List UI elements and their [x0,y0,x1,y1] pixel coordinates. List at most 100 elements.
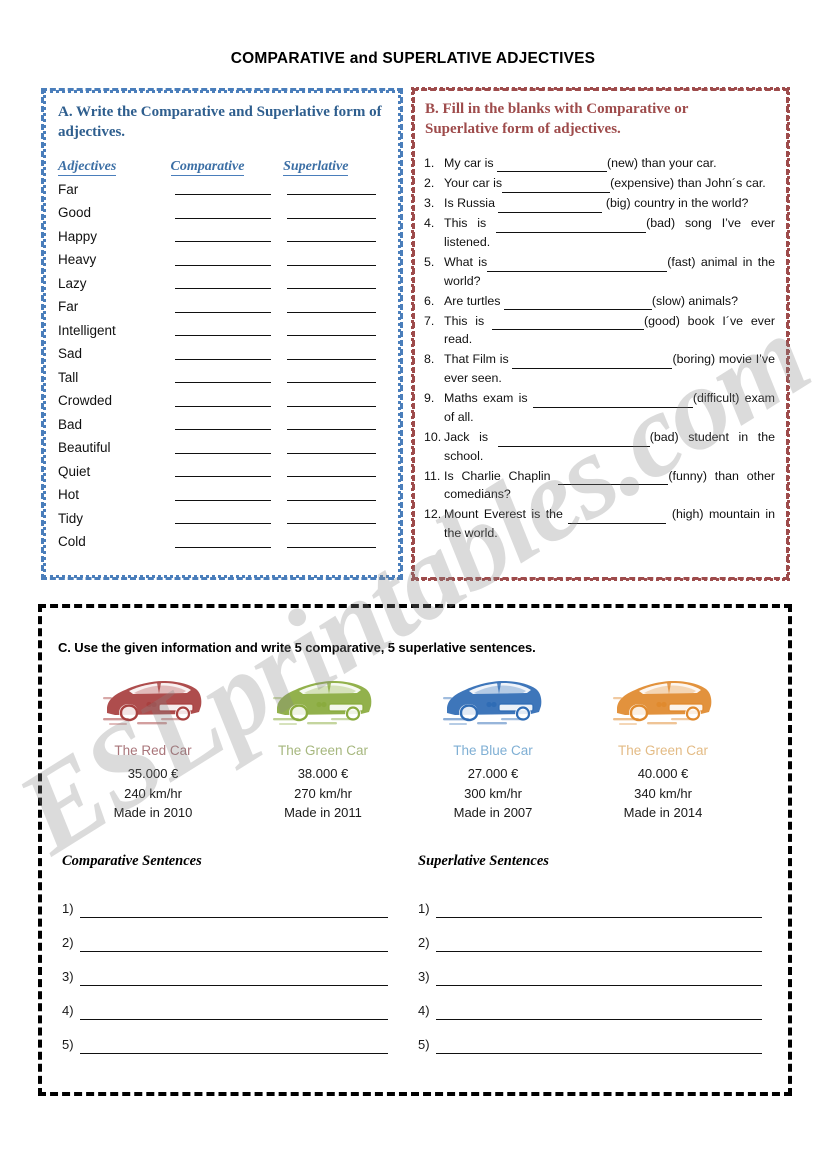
answer-rule[interactable] [436,916,762,919]
item-text: What is (fast) animal in the world? [444,253,775,290]
superlative-answer-blank[interactable] [283,386,388,410]
answer-blank[interactable] [532,395,693,408]
superlative-sentence-line[interactable]: 5) [414,1020,770,1055]
item-number: 5. [424,254,435,269]
comparative-answer-blank[interactable] [171,175,284,199]
car-price: 27.000 € [467,765,519,781]
comparative-answer-blank[interactable] [171,410,284,434]
superlative-answer-blank[interactable] [283,433,388,457]
superlative-answer-blank[interactable] [283,363,388,387]
item-text-before-blank: Is Russia [444,196,499,211]
sentences-area: Comparative Sentences 1) 2) 3) 4) 5) Superla… [50,853,780,1055]
adjective-label: Bad [58,416,83,432]
car-name: The Green Car [617,743,709,758]
comparative-answer-blank[interactable] [171,527,284,551]
car-info-cell: The Green Car 38.000 € 270 km/hr Made in 20… [238,669,408,823]
car-speed: 340 km/hr [634,785,692,801]
comparative-answer-blank[interactable] [171,292,284,316]
adjective-row: Sad [58,339,388,363]
comparative-sentence-line[interactable]: 5) [58,1020,414,1055]
comparative-answer-blank[interactable] [171,433,284,457]
comparative-sentence-line[interactable]: 3) [58,952,414,987]
comparative-answer-blank[interactable] [171,363,284,387]
car-name: The Blue Car [453,743,533,758]
answer-rule[interactable] [436,950,762,953]
answer-blank[interactable] [503,298,652,311]
superlative-sentence-line[interactable]: 3) [414,952,770,987]
superlative-answer-blank[interactable] [283,504,388,528]
adjective-row: Cold [58,527,388,551]
car-name: The Green Car [277,743,369,758]
comparative-answer-blank[interactable] [171,339,284,363]
answer-blank[interactable] [558,473,669,486]
adjective-row: Good [58,198,388,222]
answer-blank[interactable] [492,318,645,331]
superlative-answer-blank[interactable] [283,245,388,269]
car-info-cell: The Blue Car 27.000 € 300 km/hr Made in 200… [408,669,578,823]
answer-blank[interactable] [497,160,608,173]
answer-rule[interactable] [80,916,388,919]
comparative-answer-blank[interactable] [171,480,284,504]
adjective-label: Cold [58,534,86,550]
comparative-answer-blank[interactable] [171,198,284,222]
item-text: That Film is (boring) movie I’ve ever se… [444,350,775,387]
answer-rule[interactable] [436,1018,762,1021]
superlative-answer-blank[interactable] [283,457,388,481]
comparative-sentences-title: Comparative Sentences [62,853,202,870]
superlative-sentence-line[interactable]: 2) [414,918,770,953]
answer-blank[interactable] [498,200,603,213]
fill-in-blank-item: 11. Is Charlie Chaplin (funny) than other… [424,467,775,504]
fill-in-blank-item: 9. Maths exam is (difficult) exam of all. [424,389,775,426]
answer-blank[interactable] [568,512,667,524]
answer-rule[interactable] [436,1052,762,1055]
comparative-answer-blank[interactable] [171,457,284,481]
comparative-answer-blank[interactable] [171,386,284,410]
superlative-answer-blank[interactable] [283,175,388,199]
section-b-content: B. Fill in the blanks with Comparative o… [418,94,783,574]
superlative-answer-blank[interactable] [283,292,388,316]
answer-blank[interactable] [487,259,668,272]
superlative-answer-blank[interactable] [283,222,388,246]
superlative-sentence-line[interactable]: 4) [414,986,770,1021]
answer-blank[interactable] [496,220,647,233]
item-text-after-blank: (expensive) than John´s car. [610,175,766,190]
item-text-before-blank: Your car is [444,175,503,190]
item-text: Your car is (expensive) than John´s car. [444,174,775,193]
comparative-sentence-line[interactable]: 1) [58,884,414,919]
car-image [578,669,748,731]
answer-rule[interactable] [80,1018,388,1021]
line-number: 1) [418,901,430,917]
comparative-sentence-line[interactable]: 2) [58,918,414,953]
comparative-answer-blank[interactable] [171,222,284,246]
comparative-sentence-line[interactable]: 4) [58,986,414,1021]
comparative-answer-blank[interactable] [171,245,284,269]
answer-blank[interactable] [497,434,650,447]
adjective-row: Quiet [58,457,388,481]
item-text-before-blank: Are turtles [444,293,504,308]
comparative-answer-blank[interactable] [171,316,284,340]
column-header-comparative: Comparative [170,158,245,176]
item-text-before-blank: Is Charlie Chaplin [444,468,559,483]
answer-rule[interactable] [80,1052,388,1055]
superlative-answer-blank[interactable] [283,339,388,363]
answer-rule[interactable] [80,950,388,953]
adjective-label: Lazy [58,275,87,291]
item-text: Maths exam is (difficult) exam of all. [444,389,775,426]
line-number: 3) [418,969,430,985]
answer-rule[interactable] [436,984,762,987]
superlative-answer-blank[interactable] [283,316,388,340]
superlative-sentence-line[interactable]: 1) [414,884,770,919]
answer-blank[interactable] [502,180,611,193]
superlative-answer-blank[interactable] [283,410,388,434]
answer-rule[interactable] [80,984,388,987]
superlative-answer-blank[interactable] [283,198,388,222]
comparative-answer-blank[interactable] [171,504,284,528]
adjectives-table: Adjectives Comparative Superlative Far Go… [50,158,394,551]
superlative-answer-blank[interactable] [283,527,388,551]
answer-blank[interactable] [512,357,673,370]
superlative-sentences-column: Superlative Sentences 1) 2) 3) 4) 5) [414,853,770,1055]
line-number: 5) [418,1037,430,1053]
superlative-answer-blank[interactable] [283,269,388,293]
superlative-answer-blank[interactable] [283,480,388,504]
comparative-answer-blank[interactable] [171,269,284,293]
